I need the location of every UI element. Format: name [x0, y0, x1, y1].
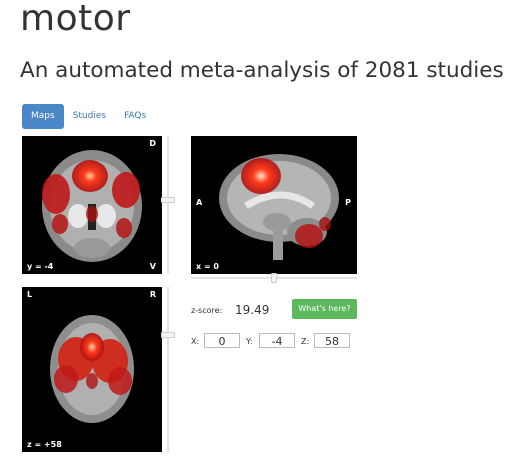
page-subtitle: An automated meta-analysis of 2081 studi… — [20, 58, 504, 83]
zscore-value: 19.49 — [235, 303, 270, 317]
axial-view[interactable]: L R z = +58 — [22, 287, 162, 452]
sagittal-label-a: A — [196, 198, 203, 207]
coronal-coord-label: y = -4 — [27, 262, 54, 271]
sagittal-view[interactable]: A P x = 0 — [191, 136, 357, 274]
page-title: motor — [20, 0, 131, 39]
axial-label-l: L — [27, 290, 33, 299]
tab-bar: Maps Studies FAQs — [22, 104, 155, 129]
axial-label-r: R — [149, 290, 156, 299]
x-coord-input[interactable]: 0 — [204, 333, 240, 348]
coronal-label-d: D — [149, 139, 156, 148]
z-coord-input[interactable]: 58 — [314, 333, 350, 348]
coronal-slider-thumb[interactable] — [161, 197, 175, 203]
coronal-label-v: V — [149, 262, 156, 271]
whats-here-button[interactable]: What's here? — [292, 299, 357, 319]
tab-maps[interactable]: Maps — [22, 104, 64, 129]
axial-coord-label: z = +58 — [27, 440, 62, 449]
coronal-slider-track[interactable] — [167, 136, 169, 274]
sagittal-slider-thumb[interactable] — [271, 273, 277, 283]
sagittal-label-p: P — [345, 198, 351, 207]
axial-slider-track[interactable] — [167, 287, 169, 452]
tab-studies[interactable]: Studies — [64, 104, 115, 129]
y-coord-input[interactable]: -4 — [259, 333, 295, 348]
x-coord-label: X: — [191, 337, 200, 346]
axial-slider-thumb[interactable] — [161, 332, 175, 338]
coronal-view[interactable]: D y = -4 V — [22, 136, 162, 274]
z-coord-label: Z: — [301, 337, 310, 346]
y-coord-label: Y: — [246, 337, 253, 346]
sagittal-coord-label: x = 0 — [196, 262, 219, 271]
zscore-label: z-score: — [191, 306, 223, 315]
tab-faqs[interactable]: FAQs — [115, 104, 155, 129]
